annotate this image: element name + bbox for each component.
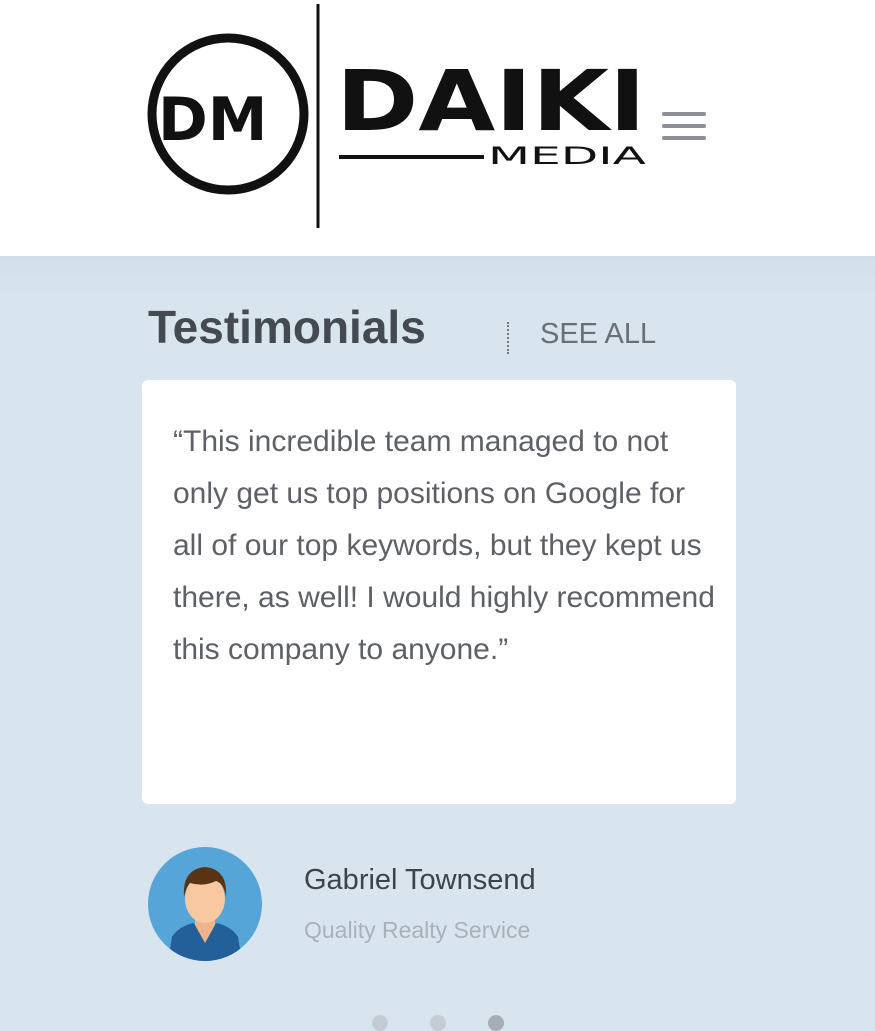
svg-text:DM: DM xyxy=(158,85,268,155)
person-icon xyxy=(168,867,242,961)
testimonial-card: “This incredible team managed to not onl… xyxy=(142,380,736,804)
svg-text:MEDIA: MEDIA xyxy=(488,142,647,170)
svg-text:DAIKI: DAIKI xyxy=(336,52,646,150)
see-all-link[interactable]: SEE ALL xyxy=(540,318,656,351)
avatar xyxy=(148,847,262,961)
daiki-media-logo[interactable]: DM DAIKI MEDIA xyxy=(144,0,664,240)
site-header: DM DAIKI MEDIA xyxy=(0,0,875,256)
section-title: Testimonials xyxy=(148,301,426,353)
carousel-dot-2[interactable] xyxy=(430,1015,446,1031)
title-divider xyxy=(507,322,509,354)
author-company: Quality Realty Service xyxy=(304,917,531,943)
hamburger-menu-button[interactable] xyxy=(660,110,708,144)
author-name: Gabriel Townsend xyxy=(304,864,536,896)
carousel-dot-3[interactable] xyxy=(488,1015,504,1031)
testimonial-quote: “This incredible team managed to not onl… xyxy=(173,425,715,666)
carousel-dot-1[interactable] xyxy=(372,1015,388,1031)
